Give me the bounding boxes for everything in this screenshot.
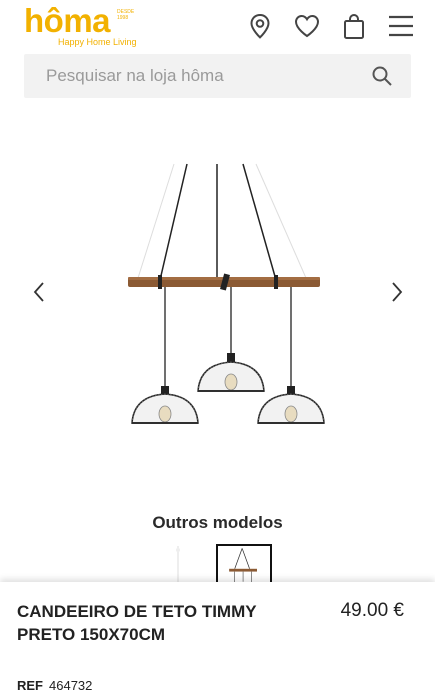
other-models-title: Outros modelos [152,513,283,532]
logo-wordmark: hôma [24,2,111,39]
header: hôma DESDE 1998 Happy Home Living [0,0,435,52]
other-models-thumbnails [0,540,435,582]
logo-tagline: Happy Home Living [58,37,137,47]
menu-icon[interactable] [387,12,415,40]
model-thumbnail-selected[interactable] [216,544,272,582]
product-reference: REF 464732 [17,678,92,693]
ref-label: REF [17,678,43,693]
logo-est: DESDE 1998 [117,9,135,21]
model-thumbnail[interactable] [150,544,206,582]
search-bar [24,54,411,98]
product-price: 49.00 € [340,600,404,621]
location-pin-icon[interactable] [246,12,274,40]
product-summary-bar: CANDEEIRO DE TETO TIMMY PRETO 150X70CM 4… [0,582,435,699]
search-icon[interactable] [371,65,393,87]
search-input[interactable] [24,54,376,98]
chevron-right-icon[interactable] [384,280,408,304]
shopping-bag-icon[interactable] [340,12,368,40]
product-gallery [0,140,435,440]
product-image [128,163,325,424]
ref-value: 464732 [49,678,93,693]
homa-logo[interactable]: hôma DESDE 1998 Happy Home Living [24,2,142,48]
product-name: CANDEEIRO DE TETO TIMMY PRETO 150X70CM [17,602,257,644]
heart-icon[interactable] [293,12,321,40]
chevron-left-icon[interactable] [28,280,52,304]
